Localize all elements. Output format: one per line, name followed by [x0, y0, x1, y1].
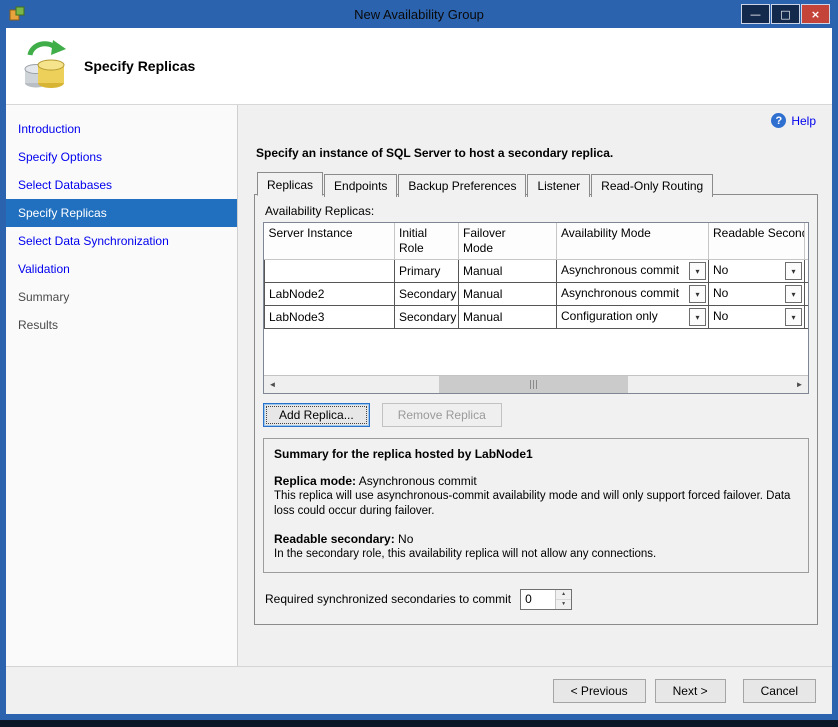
- readable-secondary-description: In the secondary role, this availability…: [274, 547, 798, 562]
- summary-title: Summary for the replica hosted by LabNod…: [274, 447, 798, 461]
- tab-replicas[interactable]: Replicas: [257, 172, 323, 196]
- page-title: Specify Replicas: [84, 58, 195, 74]
- required-secondaries-label: Required synchronized secondaries to com…: [265, 592, 511, 606]
- column-header-initial-role: Initial Role: [395, 223, 459, 260]
- cell-initial-role[interactable]: Secondary: [395, 306, 459, 329]
- grid-buttons-row: Add Replica... Remove Replica: [263, 403, 809, 427]
- new-availability-group-window: New Availability Group — □ × Specif: [0, 0, 838, 720]
- tab-backup-preferences[interactable]: Backup Preferences: [398, 174, 526, 197]
- cell-server-instance[interactable]: LabNode1: [265, 260, 395, 283]
- replica-mode-summary: Replica mode: Asynchronous commit This r…: [274, 474, 798, 519]
- readable-secondary-summary: Readable secondary: No In the secondary …: [274, 532, 798, 562]
- horizontal-scrollbar[interactable]: ◄ ►: [264, 375, 808, 393]
- sidebar-item-select-databases[interactable]: Select Databases: [6, 171, 237, 199]
- help-icon: ?: [771, 113, 786, 128]
- readable-secondary-dropdown[interactable]: No▾: [709, 306, 805, 329]
- minimize-button[interactable]: —: [741, 4, 770, 24]
- chevron-down-icon[interactable]: ▾: [785, 285, 802, 303]
- chevron-down-icon[interactable]: ▾: [689, 308, 706, 326]
- spinner-buttons: ▲ ▼: [555, 590, 571, 609]
- column-header-failover-mode: Failover Mode: [459, 223, 557, 260]
- window-controls: — □ ×: [741, 4, 832, 24]
- chevron-down-icon[interactable]: ▾: [785, 308, 802, 326]
- chevron-down-icon[interactable]: ▾: [689, 262, 706, 280]
- sidebar-item-results: Results: [6, 311, 237, 339]
- tab-endpoints[interactable]: Endpoints: [324, 174, 397, 197]
- close-button[interactable]: ×: [801, 4, 830, 24]
- add-replica-button[interactable]: Add Replica...: [263, 403, 370, 427]
- replica-wizard-icon: [20, 39, 70, 93]
- scroll-right-icon[interactable]: ►: [791, 376, 808, 393]
- empty-cell: [805, 260, 809, 283]
- availability-replicas-label: Availability Replicas:: [265, 204, 809, 218]
- scroll-left-icon[interactable]: ◄: [264, 376, 281, 393]
- availability-mode-dropdown[interactable]: Asynchronous commit▾: [557, 260, 709, 283]
- tab-listener[interactable]: Listener: [527, 174, 590, 197]
- instruction-text: Specify an instance of SQL Server to hos…: [256, 146, 818, 160]
- replicas-tab-panel: Availability Replicas: Server Instance: [254, 194, 818, 625]
- wizard-body: Introduction Specify Options Select Data…: [6, 105, 832, 666]
- help-link[interactable]: ? Help: [254, 109, 818, 128]
- column-header-availability-mode: Availability Mode: [557, 223, 709, 260]
- column-header-server-instance: Server Instance: [265, 223, 395, 260]
- replica-summary-box: Summary for the replica hosted by LabNod…: [263, 438, 809, 573]
- chevron-down-icon[interactable]: ▾: [785, 262, 802, 280]
- cell-initial-role[interactable]: Primary: [395, 260, 459, 283]
- sidebar-item-specify-options[interactable]: Specify Options: [6, 143, 237, 171]
- cancel-button[interactable]: Cancel: [743, 679, 816, 703]
- availability-mode-dropdown[interactable]: Asynchronous commit▾: [557, 283, 709, 306]
- sidebar-item-introduction[interactable]: Introduction: [6, 115, 237, 143]
- tab-strip: Replicas Endpoints Backup Preferences Li…: [254, 172, 818, 195]
- window-title: New Availability Group: [354, 7, 484, 22]
- table-row: LabNode3 Secondary Manual Configuration …: [265, 306, 809, 329]
- readable-secondary-label: Readable secondary:: [274, 532, 395, 546]
- scrollbar-thumb[interactable]: [439, 376, 628, 393]
- wizard-footer: < Previous Next > Cancel: [6, 666, 832, 714]
- cell-initial-role[interactable]: Secondary: [395, 283, 459, 306]
- wizard-steps-sidebar: Introduction Specify Options Select Data…: [6, 105, 238, 666]
- required-secondaries-spinner: ▲ ▼: [520, 589, 572, 610]
- remove-replica-button: Remove Replica: [382, 403, 502, 427]
- table-row: LabNode1 Primary Manual Asynchronous com…: [265, 260, 809, 283]
- grid-header-row: Server Instance Initial Role Failover Mo…: [265, 223, 809, 260]
- sidebar-item-summary: Summary: [6, 283, 237, 311]
- readable-secondary-dropdown[interactable]: No▾: [709, 260, 805, 283]
- required-secondaries-input[interactable]: [521, 590, 555, 609]
- availability-mode-dropdown[interactable]: Configuration only▾: [557, 306, 709, 329]
- replica-mode-description: This replica will use asynchronous-commi…: [274, 489, 798, 519]
- cell-failover-mode[interactable]: Manual: [459, 260, 557, 283]
- replica-mode-value: Asynchronous commit: [356, 474, 477, 488]
- column-header-readable-secondary: Readable Secondary: [709, 223, 805, 260]
- main-content: ? Help Specify an instance of SQL Server…: [238, 105, 832, 666]
- spinner-down-icon[interactable]: ▼: [556, 600, 571, 609]
- cell-failover-mode[interactable]: Manual: [459, 306, 557, 329]
- cell-server-instance[interactable]: LabNode3: [265, 306, 395, 329]
- table-row: LabNode2 Secondary Manual Asynchronous c…: [265, 283, 809, 306]
- titlebar: New Availability Group — □ ×: [6, 0, 832, 28]
- tab-read-only-routing[interactable]: Read-Only Routing: [591, 174, 713, 197]
- column-header-filler: [805, 223, 809, 260]
- empty-cell: [805, 306, 809, 329]
- previous-button[interactable]: < Previous: [553, 679, 646, 703]
- readable-secondary-dropdown[interactable]: No▾: [709, 283, 805, 306]
- readable-secondary-value: No: [395, 532, 414, 546]
- app-icon: [8, 5, 26, 23]
- chevron-down-icon[interactable]: ▾: [689, 285, 706, 303]
- grid-viewport: Server Instance Initial Role Failover Mo…: [264, 223, 808, 375]
- cell-failover-mode[interactable]: Manual: [459, 283, 557, 306]
- spinner-up-icon[interactable]: ▲: [556, 590, 571, 600]
- cell-server-instance[interactable]: LabNode2: [265, 283, 395, 306]
- wizard-header: Specify Replicas: [6, 28, 832, 105]
- sidebar-item-specify-replicas[interactable]: Specify Replicas: [6, 199, 237, 227]
- replica-mode-label: Replica mode:: [274, 474, 356, 488]
- sidebar-item-select-data-synchronization[interactable]: Select Data Synchronization: [6, 227, 237, 255]
- scrollbar-track[interactable]: [281, 376, 791, 393]
- maximize-button[interactable]: □: [771, 4, 800, 24]
- availability-replicas-grid: Server Instance Initial Role Failover Mo…: [263, 222, 809, 394]
- empty-cell: [805, 283, 809, 306]
- required-secondaries-row: Required synchronized secondaries to com…: [263, 589, 809, 610]
- next-button[interactable]: Next >: [655, 679, 726, 703]
- help-label: Help: [791, 114, 816, 128]
- sidebar-item-validation[interactable]: Validation: [6, 255, 237, 283]
